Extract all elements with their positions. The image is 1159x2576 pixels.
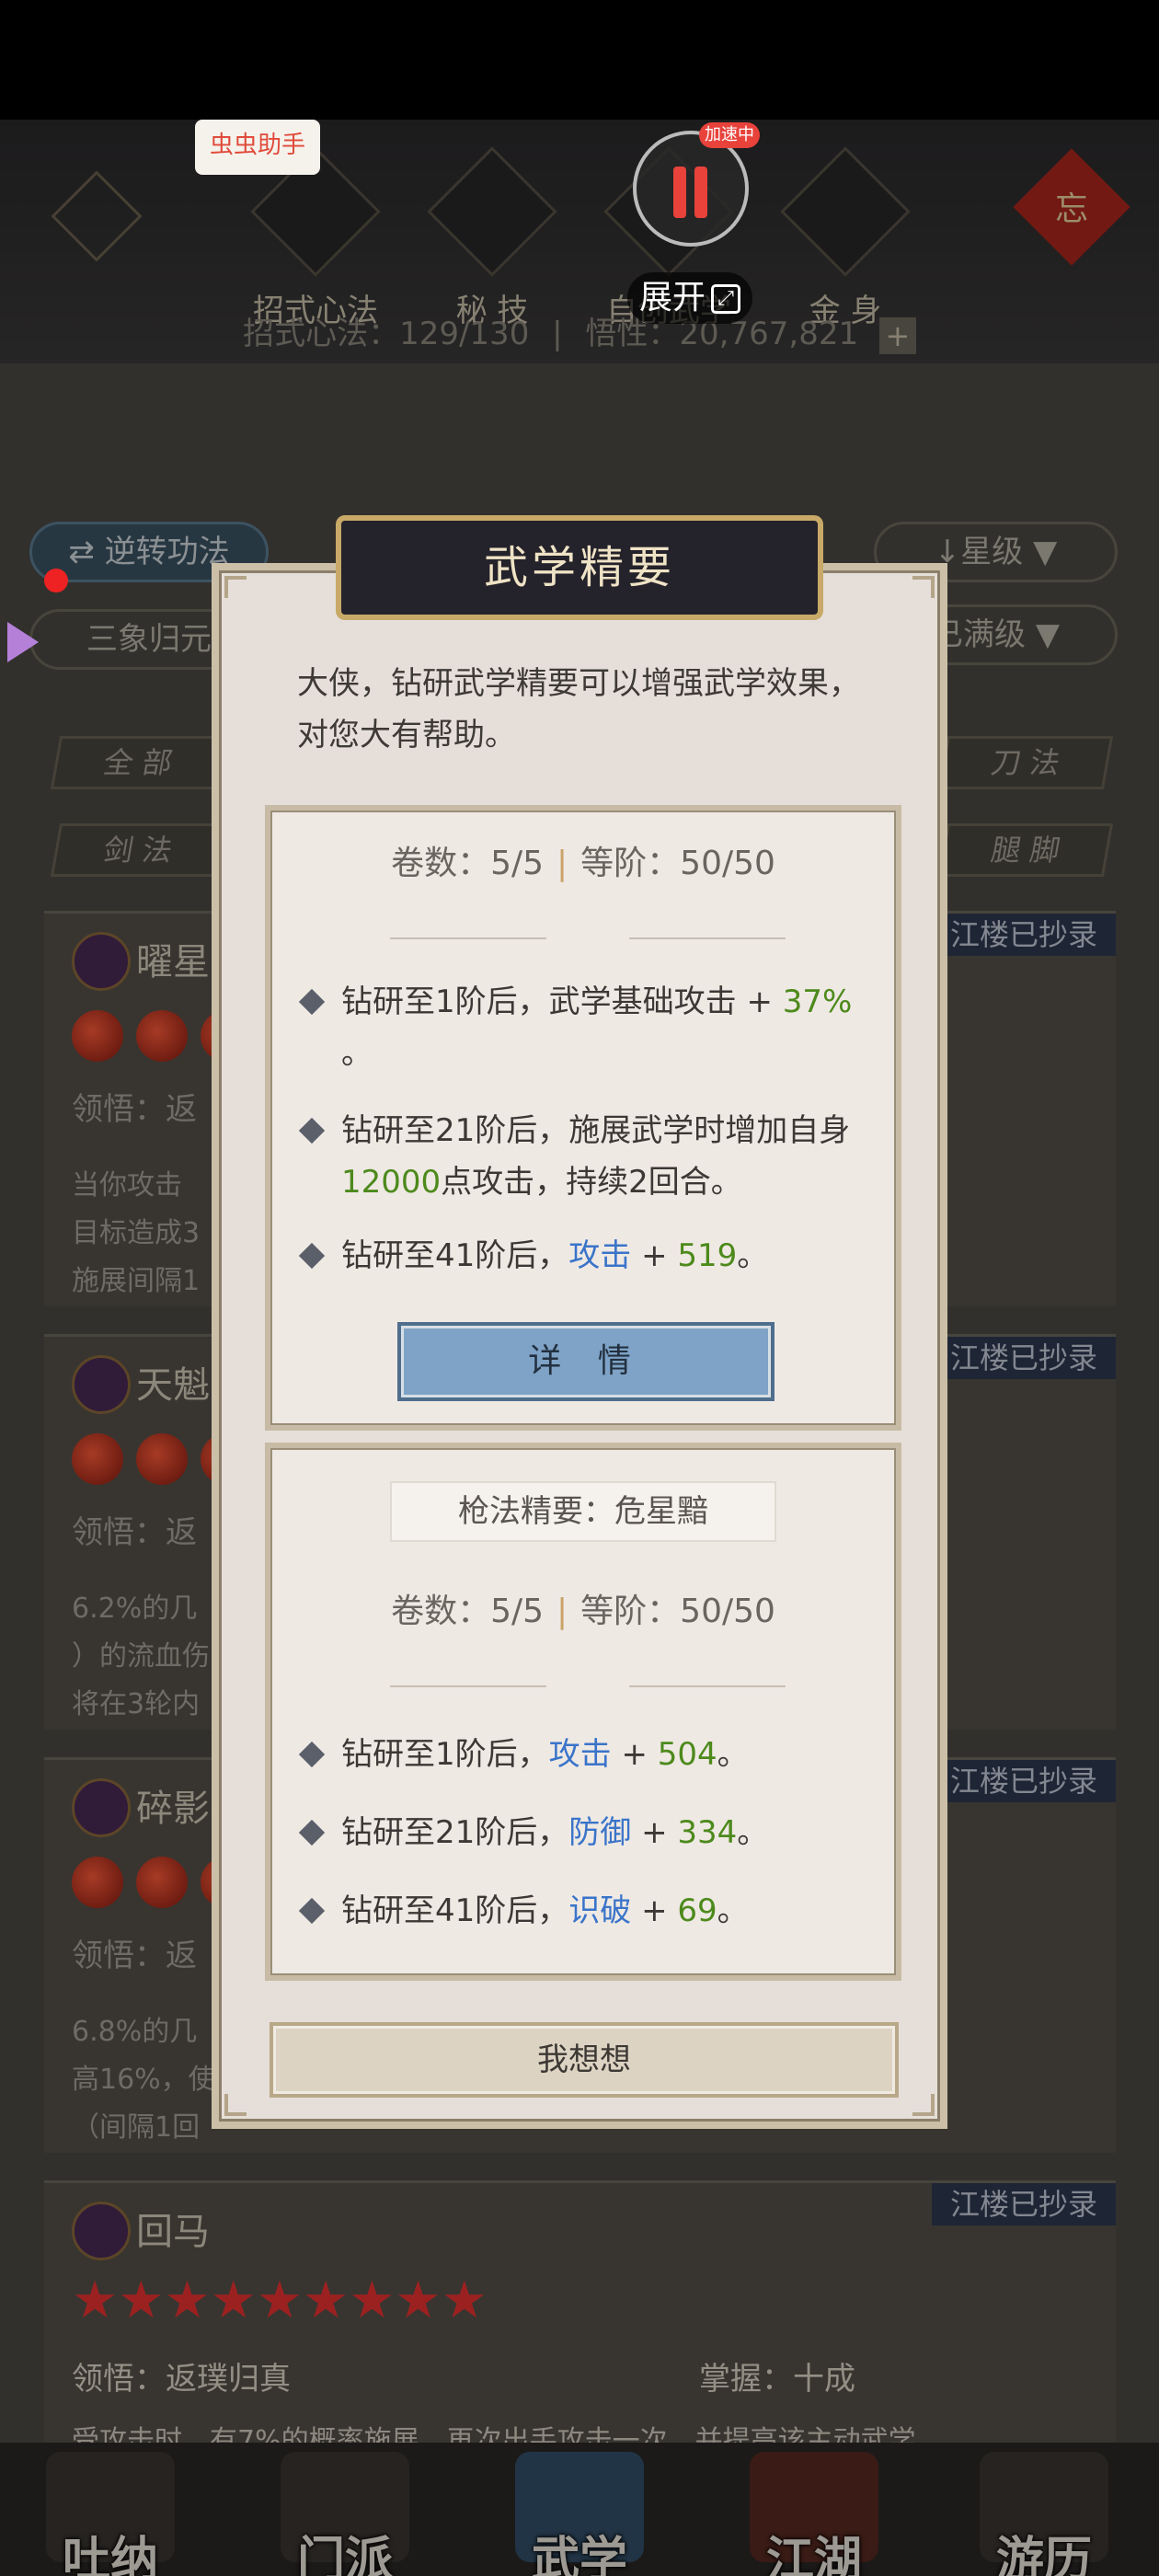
rank: 等阶：50/50 [580,1593,775,1630]
stat-name: 识破 [568,1892,632,1929]
volumes: 卷数：5/5 [391,1593,545,1630]
bonus-text: 。 [717,1736,749,1773]
bonus-value: 519 [677,1237,738,1274]
spear-essence-title: 枪法精要：危星黯 [390,1481,776,1542]
bonus-text: + [631,1814,678,1851]
dialog-intro: 大侠，钻研武学精要可以增强武学效果，对您大有帮助。 [297,665,860,753]
ornament-corner [224,576,247,598]
divider [629,937,786,939]
diamond-bullet-icon [298,1242,326,1270]
stat-name: 防御 [568,1814,632,1851]
divider [629,1685,786,1687]
bonus-text: 。 [341,1035,373,1072]
bonus-value: 504 [657,1736,717,1773]
expand-icon: ⤢ [711,284,740,314]
bonus-value: 37% [782,983,853,1020]
bonus-text: + [631,1892,678,1929]
bonus-text: + [611,1736,658,1773]
meta-separator: | [557,1593,568,1630]
martial-essence-dialog: 大侠，钻研武学精要可以增强武学效果，对您大有帮助。 卷数：5/5 | 等阶：50/5… [212,563,947,2129]
ornament-corner [912,2094,935,2116]
think-about-it-button[interactable]: 我想想 [270,2022,899,2098]
bonus-text: + [631,1237,678,1274]
dialog-title: 武学精要 [483,542,675,593]
bonus-text: 。 [737,1814,769,1851]
bonus-text: 钻研至21阶后， [341,1814,569,1851]
panel-meta: 卷数：5/5 | 等阶：50/50 [270,836,896,884]
panel-meta: 卷数：5/5 | 等阶：50/50 [270,1584,896,1632]
expand-label: 展开 [638,279,706,316]
divider [390,937,546,939]
ornament-corner [912,576,935,598]
divider [390,1685,546,1687]
bonus-text: 点攻击，持续2回合。 [441,1164,742,1201]
spear-essence-panel: 枪法精要：危星黯 卷数：5/5 | 等阶：50/50 钻研至1阶后，攻击 + 504… [265,1443,901,1981]
side-arrow-icon[interactable] [7,622,39,662]
diamond-bullet-icon [298,1741,326,1768]
bonus-text: 。 [717,1892,749,1929]
dialog-title-plate: 武学精要 [336,515,823,620]
bonus-value: 12000 [341,1164,442,1201]
bonus-text: 钻研至41阶后， [341,1237,569,1274]
diamond-bullet-icon [298,988,326,1016]
bonus-text: 钻研至41阶后， [341,1892,569,1929]
bonus-value: 69 [677,1892,717,1929]
meta-separator: | [557,845,568,882]
bonus-text: 钻研至1阶后，武学基础攻击 + [341,983,783,1020]
diamond-bullet-icon [298,1819,326,1846]
speed-badge: 加速中 [699,122,760,148]
diamond-bullet-icon [298,1117,326,1144]
bonus-value: 334 [677,1814,738,1851]
stat-name: 攻击 [568,1237,632,1274]
expand-button[interactable]: 展开 ⤢ [627,272,752,324]
pause-icon [673,167,716,218]
essence-panel: 卷数：5/5 | 等阶：50/50 钻研至1阶后，武学基础攻击 + 37% 。 钻研至… [265,805,901,1431]
diamond-bullet-icon [298,1897,326,1925]
bonus-text: 。 [737,1237,769,1274]
details-button[interactable]: 详 情 [397,1322,775,1401]
volumes: 卷数：5/5 [391,845,545,882]
ornament-corner [224,2094,247,2116]
bonus-text: 钻研至1阶后， [341,1736,549,1773]
notification-dot [44,569,68,592]
helper-badge[interactable]: 虫虫助手 [195,120,320,175]
bonus-text: 钻研至21阶后，施展武学时增加自身 [341,1112,851,1149]
rank: 等阶：50/50 [580,845,775,882]
stat-name: 攻击 [548,1736,612,1773]
